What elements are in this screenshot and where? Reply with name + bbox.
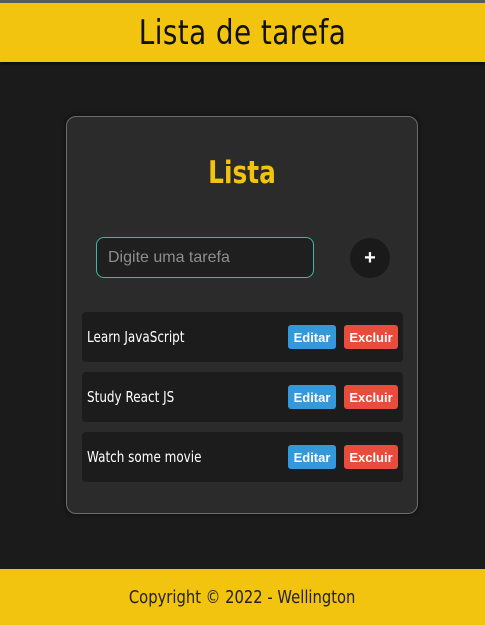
- plus-icon: +: [364, 246, 376, 269]
- todo-card: Lista + Learn JavaScript Editar Excluir …: [66, 116, 418, 514]
- add-task-button[interactable]: +: [350, 238, 390, 278]
- page-title: Lista de tarefa: [138, 12, 347, 53]
- card-title: Lista: [208, 155, 276, 191]
- page: Lista de tarefa Lista + Learn JavaScript…: [0, 0, 485, 625]
- copyright-text: Copyright © 2022 - Wellington: [129, 586, 356, 608]
- task-item: Learn JavaScript Editar Excluir: [82, 312, 403, 362]
- task-input[interactable]: [96, 237, 314, 278]
- delete-button[interactable]: Excluir: [344, 445, 398, 469]
- task-item: Watch some movie Editar Excluir: [82, 432, 403, 482]
- delete-button[interactable]: Excluir: [344, 325, 398, 349]
- header: Lista de tarefa: [0, 0, 485, 62]
- task-text: Study React JS: [87, 388, 175, 406]
- task-text: Learn JavaScript: [87, 328, 185, 346]
- task-text: Watch some movie: [87, 448, 202, 466]
- edit-button[interactable]: Editar: [288, 445, 336, 469]
- edit-button[interactable]: Editar: [288, 325, 336, 349]
- edit-button[interactable]: Editar: [288, 385, 336, 409]
- footer: Copyright © 2022 - Wellington: [0, 569, 485, 625]
- task-item: Study React JS Editar Excluir: [82, 372, 403, 422]
- delete-button[interactable]: Excluir: [344, 385, 398, 409]
- task-list: Learn JavaScript Editar Excluir Study Re…: [82, 312, 403, 492]
